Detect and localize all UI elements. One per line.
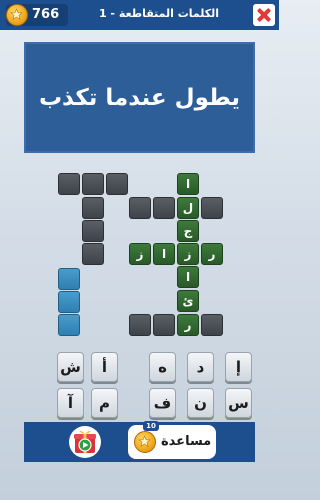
grid-cell-solved: ز (177, 243, 199, 265)
grid-cell-solved: ر (177, 314, 199, 336)
clue-panel: يطول عندما تكذب (24, 42, 255, 153)
grid-cell-solved: ئ (177, 290, 199, 312)
letter-key[interactable]: أ (91, 352, 118, 382)
letter-keyboard: إ د ه أ ش س ن ف م آ (24, 350, 255, 420)
help-cost-badge: 10 (143, 421, 159, 431)
grid-cell-empty[interactable] (201, 314, 223, 336)
grid-cell-empty[interactable] (106, 173, 128, 195)
grid-cell-solved: ل (177, 197, 199, 219)
grid-cell-empty[interactable] (82, 197, 104, 219)
grid-cell-solved: ر (201, 243, 223, 265)
coin-count: 766 (32, 7, 60, 22)
letter-key[interactable]: إ (225, 352, 252, 382)
coin-counter: 766 (6, 4, 68, 26)
letter-key[interactable]: ش (57, 352, 84, 382)
star-coin-icon (6, 4, 28, 26)
grid-cell-empty[interactable] (201, 197, 223, 219)
letter-key[interactable]: م (91, 388, 118, 418)
star-coin-icon (134, 431, 156, 453)
letter-key[interactable]: د (187, 352, 214, 382)
help-button[interactable]: 10 مساعدة (128, 421, 216, 459)
gift-play-icon (74, 430, 96, 453)
grid-cell-active[interactable] (58, 291, 80, 313)
grid-cell-empty[interactable] (82, 220, 104, 242)
grid-cell-solved: ا (177, 266, 199, 288)
grid-cell-solved: ج (177, 220, 199, 242)
close-icon[interactable] (253, 4, 275, 26)
bottom-bar: 10 مساعدة (24, 421, 255, 462)
letter-key[interactable]: ن (187, 388, 214, 418)
grid-cell-empty[interactable] (82, 243, 104, 265)
grid-cell-empty[interactable] (153, 314, 175, 336)
grid-cell-empty[interactable] (153, 197, 175, 219)
help-label: مساعدة (161, 434, 212, 449)
letter-key[interactable]: ه (149, 352, 176, 382)
gift-button[interactable] (69, 426, 101, 458)
grid-cell-solved: ا (153, 243, 175, 265)
grid-cell-empty[interactable] (129, 197, 151, 219)
grid-cell-empty[interactable] (129, 314, 151, 336)
clue-text: يطول عندما تكذب (38, 84, 241, 111)
grid-cell-empty[interactable] (82, 173, 104, 195)
letter-key[interactable]: ف (149, 388, 176, 418)
grid-cell-solved: ا (177, 173, 199, 195)
grid-cell-solved: ز (129, 243, 151, 265)
top-bar: 766 1 - الكلمات المتقاطعة (0, 0, 279, 30)
level-title: 1 - الكلمات المتقاطعة (98, 7, 220, 20)
letter-key[interactable]: آ (57, 388, 84, 418)
grid-cell-active[interactable] (58, 268, 80, 290)
grid-cell-active[interactable] (58, 314, 80, 336)
letter-key[interactable]: س (225, 388, 252, 418)
grid-cell-empty[interactable] (58, 173, 80, 195)
